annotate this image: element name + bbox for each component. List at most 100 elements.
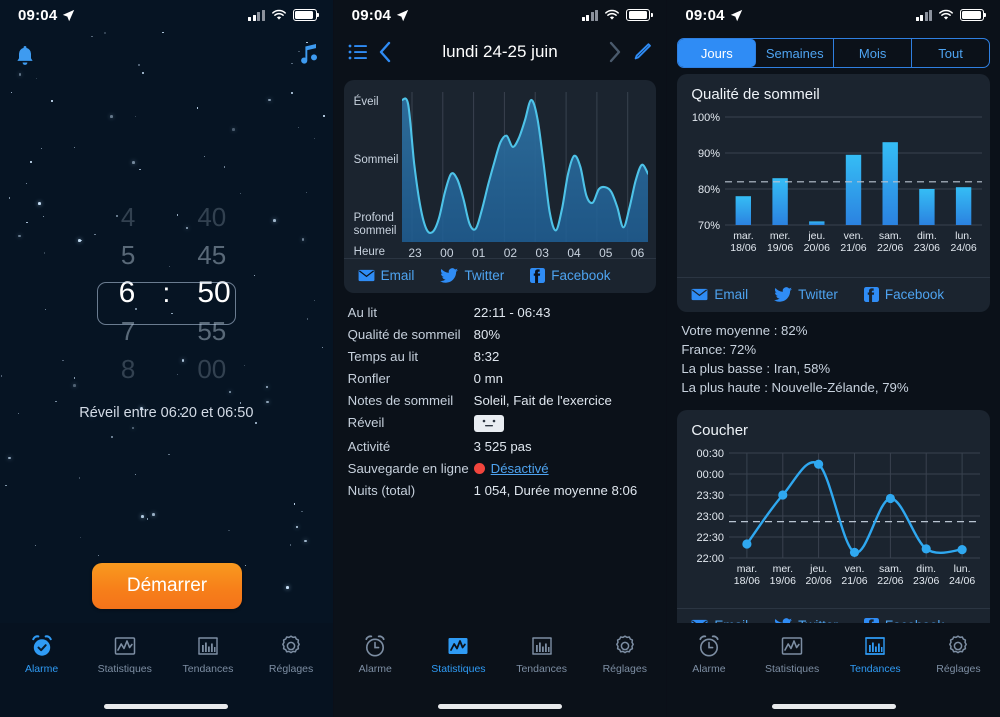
tab-statistiques[interactable]: Statistiques [417,633,500,675]
svg-text:70%: 70% [698,220,720,232]
picker-minute: 00 [197,353,227,384]
period-segmented-control[interactable]: Jours Semaines Mois Tout [677,38,991,68]
svg-text:dim.: dim. [917,230,937,242]
table-row: Nuits (total) 1 054, Durée moyenne 8:06 [348,479,653,501]
bell-icon[interactable] [14,44,36,68]
segment-tout[interactable]: Tout [912,39,989,67]
bedtime-card: Coucher 22:00 22:30 23:00 23:30 00:00 00:30 ma… [677,409,991,643]
tab-tendances[interactable]: Tendances [500,633,583,675]
status-time: 09:04 [685,6,725,24]
tab-bar-2: Alarme Statistiques Tendances Réglages [333,623,667,717]
next-day-button[interactable] [608,41,622,63]
svg-text:00:30: 00:30 [697,448,725,460]
picker-row-0[interactable]: 4 40 [0,198,333,236]
mood-face-icon [473,414,504,432]
sleep-quality-card: Qualité de sommeil 70% 80% 90% 100% mar. 18/0… [677,74,991,312]
alarm-clock-icon [31,635,52,656]
svg-text:80%: 80% [698,184,720,196]
status-bar-1: 09:04 [0,0,333,30]
hypnogram-y-labels: Éveil Sommeil Profond sommeil [354,92,403,264]
pencil-icon[interactable] [632,42,652,62]
bar-chart-icon [865,637,886,655]
line-chart-icon [448,638,468,654]
tab-statistiques[interactable]: Statistiques [83,633,166,675]
status-bar-3: 09:04 [667,0,1000,30]
picker-row-1[interactable]: 5 45 [0,236,333,274]
share-twitter[interactable]: Twitter [440,268,504,283]
three-phone-screens: 09:04 4 40 5 45 6: 50 7 55 8 00 Réveil … [0,0,1000,717]
envelope-icon [358,269,375,282]
hypnogram-x-tick: 01 [471,246,486,260]
tab-label: Alarme [358,663,392,675]
status-right [248,9,319,21]
segment-mois[interactable]: Mois [834,39,913,67]
table-row-value: 8:32 [473,348,500,364]
share-twitter[interactable]: Twitter [774,287,838,302]
previous-day-button[interactable] [378,41,392,63]
svg-text:21/06: 21/06 [842,575,868,587]
tab-reglages[interactable]: Réglages [917,633,1000,675]
status-left: 09:04 [18,7,75,24]
hypnogram-x-tick: 02 [503,246,518,260]
comparison-line: La plus basse : Iran, 58% [681,361,831,377]
hypnogram-x-tick: 04 [567,246,581,260]
envelope-icon [691,288,708,301]
tab-label: Statistiques [97,663,152,675]
tab-label: Statistiques [764,663,820,675]
table-row: Ronfler 0 mn [348,367,653,389]
date-title: lundi 24-25 juin [442,42,558,61]
share-email[interactable]: Email [358,268,414,283]
tab-reglages[interactable]: Réglages [583,633,666,675]
twitter-bird-icon [440,268,459,283]
picker-row-4[interactable]: 8 00 [0,350,333,388]
tab-statistiques[interactable]: Statistiques [751,633,834,675]
list-icon[interactable] [348,44,368,60]
table-row-value: 1 054, Durée moyenne 8:06 [473,482,638,498]
location-arrow-icon [63,9,75,21]
twitter-bird-icon [774,287,793,302]
picker-minute: 40 [197,201,227,232]
table-row-key: Réveil [347,414,385,430]
svg-text:00:00: 00:00 [697,469,725,481]
tab-reglages[interactable]: Réglages [250,633,333,675]
table-row-value [473,414,504,432]
segment-jours[interactable]: Jours [678,39,757,67]
picker-selection-box [97,282,236,325]
table-row-value[interactable]: Désactivé [473,461,549,476]
tab-alarme[interactable]: Alarme [334,633,417,675]
y-label-awake: Éveil [353,96,379,108]
tab-alarme[interactable]: Alarme [667,633,750,675]
share-label: Facebook [551,268,611,283]
hypnogram-card: Éveil Sommeil Profond sommeil 23 00 01 02 03… [343,80,657,293]
gear-icon [949,635,968,654]
backup-status-link[interactable]: Désactivé [491,461,549,476]
share-row-3a: Email Twitter Facebook [677,277,991,312]
location-arrow-icon [730,9,742,21]
share-facebook[interactable]: Facebook [530,268,611,283]
table-row: Temps au lit 8:32 [348,345,653,367]
comparison-line: Votre moyenne : 82% [681,323,808,338]
hypnogram-x-labels: 23 00 01 02 03 04 05 06 [402,242,648,260]
table-row-value: 0 mn [473,370,503,386]
panel-statistics: 09:04 lundi 24-25 juin Éveil Sommeil Pro… [332,0,667,717]
tab-tendances[interactable]: Tendances [166,633,249,675]
segment-semaines[interactable]: Semaines [756,39,835,67]
share-facebook[interactable]: Facebook [863,287,944,302]
svg-text:22/06: 22/06 [878,575,904,587]
line-chart-icon [781,637,803,655]
bar-chart-icon [531,637,552,655]
share-email[interactable]: Email [691,287,748,302]
tab-bar-1: Alarme Statistiques Tendances Réglages [0,623,333,717]
tab-tendances[interactable]: Tendances [834,633,917,675]
wifi-icon [605,9,620,20]
music-note-icon[interactable] [297,42,319,66]
start-button[interactable]: Démarrer [92,563,242,609]
svg-text:22:30: 22:30 [697,532,725,544]
hypnogram-x-tick: 23 [408,246,422,260]
location-arrow-icon [396,9,409,21]
tab-alarme[interactable]: Alarme [0,633,83,675]
tab-label: Tendances [849,663,901,675]
gear-icon [615,635,634,654]
table-row-key: Temps au lit [347,348,419,364]
picker-hour: 8 [120,353,136,384]
